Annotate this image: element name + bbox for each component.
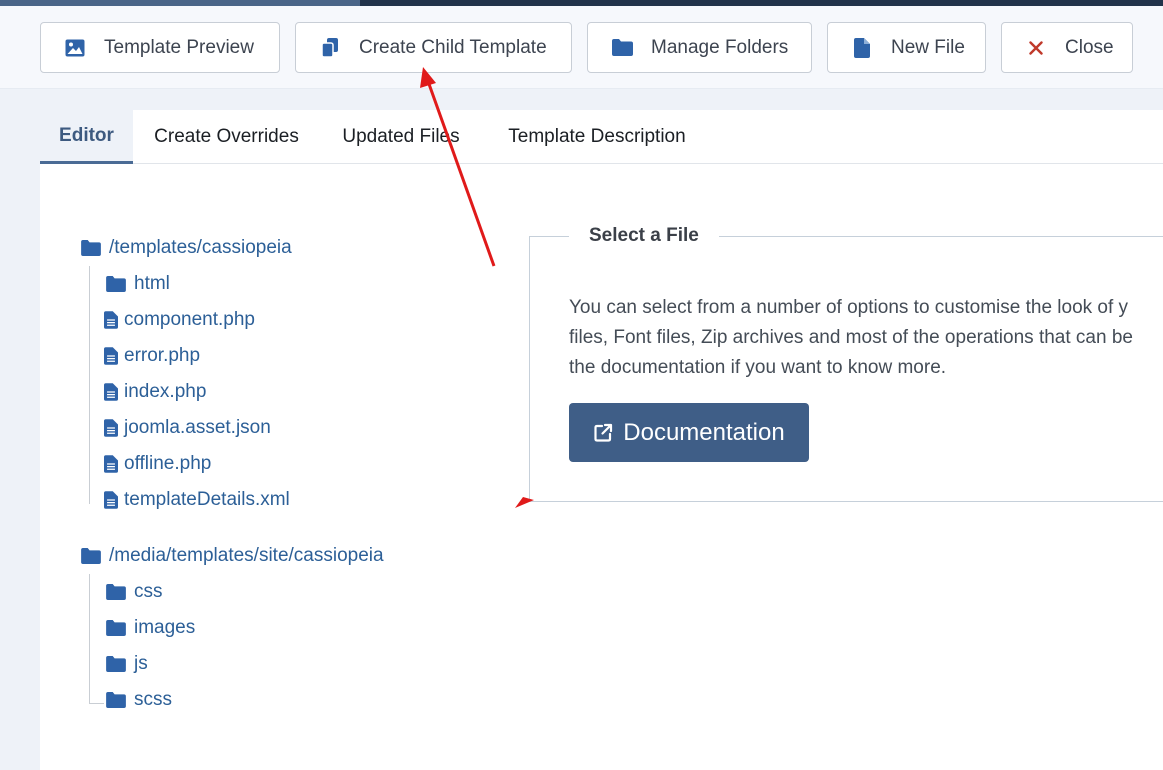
tab-create-overrides-label: Create Overrides [154,126,299,147]
folder-icon [106,692,126,708]
tree-file-offline-php[interactable]: offline.php [104,453,211,475]
tab-updated-files[interactable]: Updated Files [320,110,482,164]
tree-folder-label: js [134,653,148,674]
copy-icon [319,37,341,59]
description-line: the documentation if you want to know mo… [569,357,947,378]
tree-file-error-php[interactable]: error.php [104,345,200,367]
documentation-label: Documentation [623,418,785,446]
new-file-button[interactable]: New File [827,22,986,73]
tab-template-description-label: Template Description [508,126,686,147]
tree-file-label: offline.php [124,453,212,474]
manage-folders-label: Manage Folders [651,36,789,58]
tree-folder-html[interactable]: html [106,273,170,295]
tree-file-index-php[interactable]: index.php [104,381,206,403]
file-icon [104,419,118,437]
file-icon [104,311,118,329]
close-button[interactable]: Close [1001,22,1133,73]
tree-guide-line [89,266,90,504]
folder-icon [106,656,126,672]
file-icon [104,347,118,365]
tree-folder-label: /media/templates/site/cassiopeia [109,545,384,566]
tab-template-description[interactable]: Template Description [482,110,712,164]
folder-icon [81,240,101,256]
tree-folder-scss[interactable]: scss [106,689,172,711]
description-line: You can select from a number of options … [569,297,1129,318]
tab-editor-label: Editor [59,124,114,146]
manage-folders-button[interactable]: Manage Folders [587,22,812,73]
file-icon [104,491,118,509]
tree-file-label: error.php [124,345,201,366]
tab-create-overrides[interactable]: Create Overrides [133,110,320,164]
tree-guide-line [89,574,90,704]
tree-file-label: joomla.asset.json [124,417,271,438]
left-gutter [0,89,40,770]
image-icon [64,37,86,59]
tree-folder-label: html [134,273,170,294]
close-label: Close [1065,36,1114,58]
file-icon [851,37,873,59]
folder-icon [106,620,126,636]
description-line: files, Font files, Zip archives and most… [569,327,1133,348]
folder-icon [81,548,101,564]
tab-updated-files-label: Updated Files [342,126,460,147]
create-child-template-button[interactable]: Create Child Template [295,22,572,73]
tree-folder-label: css [134,581,163,602]
folder-icon [106,276,126,292]
template-preview-label: Template Preview [104,36,254,58]
tree-guide-line [89,703,104,704]
tree-folder-media-templates-site-cassiopeia[interactable]: /media/templates/site/cassiopeia [81,545,384,567]
tree-folder-label: images [134,617,196,638]
documentation-button[interactable]: Documentation [569,403,809,462]
tab-editor[interactable]: Editor [40,110,133,164]
new-file-label: New File [891,36,965,58]
create-child-template-label: Create Child Template [359,36,547,58]
tree-folder-label: scss [134,689,172,710]
folder-icon [611,37,633,59]
tree-file-label: templateDetails.xml [124,489,290,510]
template-preview-button[interactable]: Template Preview [40,22,280,73]
select-file-legend: Select a File [569,225,719,247]
file-icon [104,383,118,401]
tree-folder-js[interactable]: js [106,653,148,675]
tree-file-templatedetails-xml[interactable]: templateDetails.xml [104,489,290,511]
close-icon [1025,37,1047,59]
tree-file-label: index.php [124,381,207,402]
tree-file-joomla-asset-json[interactable]: joomla.asset.json [104,417,271,439]
template-editor-panel: Editor Create Overrides Updated Files Te… [40,110,1163,770]
tree-folder-css[interactable]: css [106,581,163,603]
tree-folder-images[interactable]: images [106,617,195,639]
file-icon [104,455,118,473]
tree-folder-label: /templates/cassiopeia [109,237,292,258]
tree-folder-templates-cassiopeia[interactable]: /templates/cassiopeia [81,237,292,259]
tab-bar: Editor Create Overrides Updated Files Te… [40,110,1163,164]
tree-file-component-php[interactable]: component.php [104,309,255,331]
external-link-icon [593,423,613,443]
folder-icon [106,584,126,600]
tree-file-label: component.php [124,309,255,330]
select-file-description: You can select from a number of options … [569,293,1163,383]
toolbar: Template Preview Create Child Template M… [0,6,1163,89]
